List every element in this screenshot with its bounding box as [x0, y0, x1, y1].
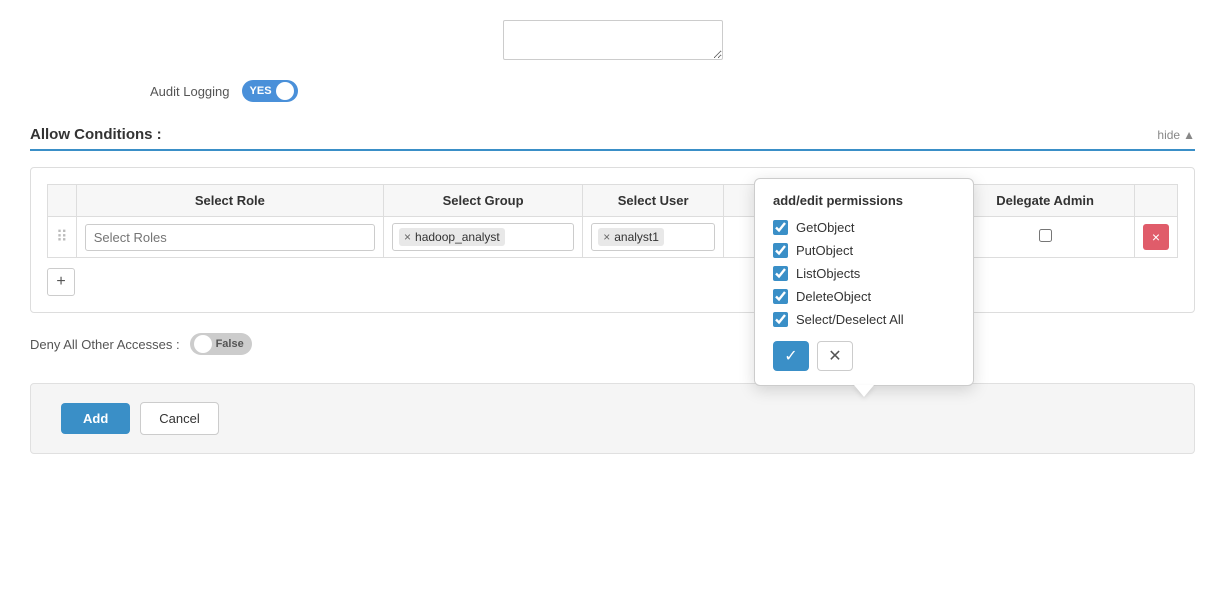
toggle-knob [276, 82, 294, 100]
popup-arrow [854, 385, 874, 397]
col-role-header: Select Role [76, 185, 383, 217]
delegate-admin-cell [956, 217, 1135, 258]
hide-link-text: hide [1157, 128, 1180, 142]
checkbox-row-putobject: PutObject [773, 243, 955, 258]
checkbox-putobject-label[interactable]: PutObject [796, 243, 853, 258]
checkbox-deleteobject[interactable] [773, 289, 788, 304]
checkbox-listobjects[interactable] [773, 266, 788, 281]
audit-logging-label: Audit Logging [150, 84, 230, 99]
conditions-table: Select Role Select Group Select User Add… [47, 184, 1178, 258]
delete-icon: × [1152, 229, 1160, 245]
conditions-table-container: Select Role Select Group Select User Add… [30, 167, 1195, 313]
checkbox-listobjects-label[interactable]: ListObjects [796, 266, 860, 281]
checkbox-selectall[interactable] [773, 312, 788, 327]
user-tag: × analyst1 [598, 228, 664, 246]
checkbox-putobject[interactable] [773, 243, 788, 258]
drag-handle-icon[interactable]: ⠿ [56, 229, 68, 246]
hide-link[interactable]: hide ▲ [1157, 128, 1195, 142]
allow-conditions-header: Allow Conditions : hide ▲ [30, 126, 1195, 151]
checkbox-row-deleteobject: DeleteObject [773, 289, 955, 304]
delegate-admin-checkbox[interactable] [1039, 229, 1052, 242]
deny-toggle-text: False [216, 338, 244, 350]
group-tag-label: hadoop_analyst [415, 230, 500, 244]
allow-conditions-title: Allow Conditions : [30, 126, 162, 143]
popup-confirm-button[interactable]: ✓ [773, 341, 809, 371]
checkbox-getobject-label[interactable]: GetObject [796, 220, 855, 235]
permissions-popup: add/edit permissions GetObject PutObject… [754, 178, 974, 386]
add-row-button[interactable]: + [47, 268, 75, 296]
audit-logging-row: Audit Logging YES [150, 80, 1195, 102]
user-tag-label: analyst1 [614, 230, 659, 244]
confirm-icon: ✓ [784, 346, 797, 366]
deny-row: Deny All Other Accesses : False [30, 333, 1195, 355]
col-delegate-header: Delegate Admin [956, 185, 1135, 217]
select-user-field[interactable]: × analyst1 [591, 223, 715, 251]
checkbox-getobject[interactable] [773, 220, 788, 235]
close-icon: ✕ [828, 346, 841, 366]
deny-label: Deny All Other Accesses : [30, 337, 180, 352]
popup-close-button[interactable]: ✕ [817, 341, 853, 371]
footer-row: Add Cancel [30, 383, 1195, 454]
popup-title: add/edit permissions [773, 193, 955, 208]
checkbox-row-listobjects: ListObjects [773, 266, 955, 281]
checkbox-deleteobject-label[interactable]: DeleteObject [796, 289, 871, 304]
deny-toggle-knob [194, 335, 212, 353]
checkbox-row-selectall: Select/Deselect All [773, 312, 955, 327]
col-user-header: Select User [583, 185, 724, 217]
add-button[interactable]: Add [61, 403, 130, 434]
textarea-section [30, 20, 1195, 60]
select-roles-input[interactable] [85, 224, 375, 251]
select-group-field[interactable]: × hadoop_analyst [392, 223, 574, 251]
user-tag-remove-icon[interactable]: × [603, 230, 610, 244]
col-group-header: Select Group [384, 185, 583, 217]
group-tag-remove-icon[interactable]: × [404, 230, 411, 244]
delete-row-button[interactable]: × [1143, 224, 1169, 250]
table-row: ⠿ × hadoop_analyst [48, 217, 1178, 258]
description-textarea[interactable] [503, 20, 723, 60]
checkbox-selectall-label[interactable]: Select/Deselect All [796, 312, 904, 327]
audit-logging-toggle[interactable]: YES [242, 80, 298, 102]
chevron-up-icon: ▲ [1183, 128, 1195, 142]
popup-actions: ✓ ✕ [773, 341, 955, 371]
cancel-button[interactable]: Cancel [140, 402, 218, 435]
add-row-icon: + [56, 273, 65, 291]
checkbox-row-getobject: GetObject [773, 220, 955, 235]
col-drag [48, 185, 77, 217]
deny-toggle[interactable]: False [190, 333, 252, 355]
group-tag: × hadoop_analyst [399, 228, 505, 246]
toggle-yes-text: YES [250, 85, 272, 97]
col-delete [1135, 185, 1178, 217]
